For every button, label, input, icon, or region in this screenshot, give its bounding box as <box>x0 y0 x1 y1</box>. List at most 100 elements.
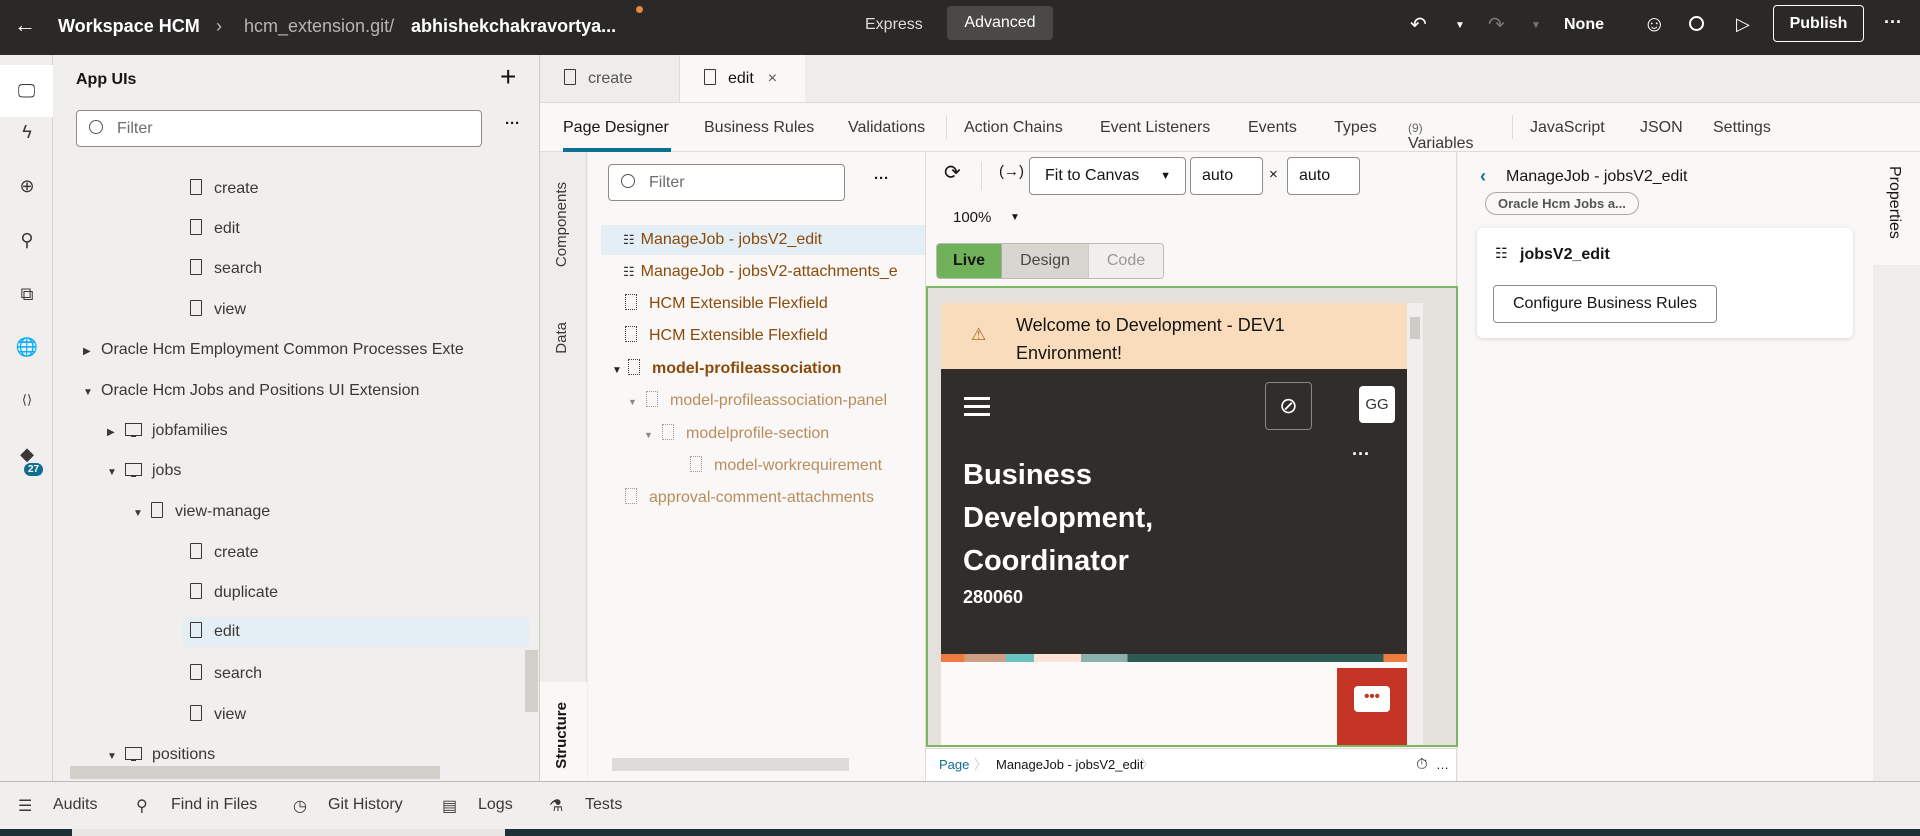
source-icon[interactable]: ⟨⟩ <box>14 387 40 413</box>
tree-item[interactable]: ▼ jobs <box>107 456 181 486</box>
search-icon[interactable] <box>1689 16 1704 31</box>
horizontal-scrollbar[interactable] <box>612 758 849 771</box>
tab-properties[interactable]: Properties <box>1873 152 1920 265</box>
structure-item[interactable]: ▼ model-profileassociation-panel <box>628 386 887 416</box>
more-icon[interactable]: ··· <box>1884 12 1902 33</box>
tab-event-listeners[interactable]: Event Listeners <box>1100 119 1210 137</box>
services-icon[interactable]: ⊕ <box>14 173 40 199</box>
git-history-tab[interactable]: Git History <box>328 796 403 814</box>
logs-tab[interactable]: Logs <box>478 796 513 814</box>
redo-icon[interactable]: ↷ <box>1488 12 1505 37</box>
more-icon[interactable]: ··· <box>1352 444 1370 465</box>
structure-item[interactable]: ☷ ManageJob - jobsV2-attachments_e <box>623 257 898 287</box>
canvas-width-input[interactable]: auto <box>1190 157 1263 195</box>
tree-item[interactable]: create <box>190 174 258 204</box>
clock-icon[interactable]: ◷ <box>293 796 307 816</box>
back-arrow-icon[interactable]: ← <box>14 12 36 38</box>
tab-create[interactable]: create <box>540 55 680 102</box>
preview-scrollbar[interactable] <box>1407 303 1423 745</box>
puzzle-icon[interactable]: ⧉ <box>14 281 40 307</box>
horizontal-scrollbar[interactable] <box>70 766 440 779</box>
zoom-dropdown[interactable]: 100% <box>953 209 991 226</box>
no-user-icon[interactable]: ⊘ <box>1265 382 1312 430</box>
find-in-files-tab[interactable]: Find in Files <box>171 796 257 814</box>
mode-design[interactable]: Design <box>1001 244 1088 278</box>
tab-json[interactable]: JSON <box>1640 119 1683 137</box>
tree-item[interactable]: create <box>190 538 258 568</box>
tab-structure[interactable]: Structure <box>540 682 587 781</box>
plug-icon[interactable]: ⚲ <box>14 227 40 253</box>
search-icon[interactable]: ⚲ <box>136 796 148 816</box>
tab-validations[interactable]: Validations <box>848 119 925 137</box>
tab-components[interactable]: Components <box>553 182 570 267</box>
refresh-icon[interactable]: ⟳ <box>944 160 961 185</box>
tab-action-chains[interactable]: Action Chains <box>964 119 1063 137</box>
more-icon[interactable]: ··· <box>505 115 520 132</box>
breadcrumb-page[interactable]: Page <box>939 749 969 781</box>
repo-name[interactable]: hcm_extension.git/ <box>244 16 394 37</box>
run-icon[interactable]: ▷ <box>1736 14 1750 35</box>
smiley-icon[interactable]: ☺ <box>1643 11 1665 37</box>
mode-live[interactable]: Live <box>937 244 1001 278</box>
back-chevron-icon[interactable]: ‹ <box>1480 166 1486 187</box>
tab-data[interactable]: Data <box>553 322 570 354</box>
flask-icon[interactable]: ⚗ <box>549 796 563 816</box>
tree-item[interactable]: view <box>190 295 246 325</box>
filter-input[interactable]: Filter <box>76 110 482 147</box>
tree-item[interactable]: view <box>190 700 246 730</box>
branch-name[interactable]: abhishekchakravortya... <box>411 16 616 37</box>
tree-item[interactable]: ▼ view-manage <box>133 497 270 527</box>
more-icon[interactable]: ··· <box>874 170 889 187</box>
mode-express[interactable]: Express <box>865 16 923 34</box>
tab-types[interactable]: Types <box>1334 119 1377 137</box>
tab-page-designer[interactable]: Page Designer <box>563 119 669 137</box>
structure-filter-input[interactable]: Filter <box>608 164 845 201</box>
tab-events[interactable]: Events <box>1248 119 1297 137</box>
avatar[interactable]: GG <box>1359 386 1395 423</box>
tree-item[interactable]: edit <box>190 214 240 244</box>
tab-edit[interactable]: edit × <box>680 55 805 103</box>
none-label[interactable]: None <box>1564 16 1604 34</box>
tree-item-selected[interactable]: edit <box>183 617 529 647</box>
structure-item[interactable]: ▼ modelprofile-section <box>644 419 829 449</box>
structure-item-selected[interactable]: ☷ ManageJob - jobsV2_edit <box>601 225 925 255</box>
more-icon[interactable]: … <box>1436 749 1449 781</box>
fit-width-icon[interactable]: (→) <box>999 163 1024 180</box>
tree-item[interactable]: search <box>190 254 262 284</box>
tree-item[interactable]: ▼ Oracle Hcm Jobs and Positions UI Extens… <box>83 376 419 406</box>
hamburger-icon[interactable] <box>964 397 990 400</box>
tree-item[interactable]: duplicate <box>190 578 278 608</box>
logs-icon[interactable]: ▤ <box>442 796 457 816</box>
workspace-name[interactable]: Workspace HCM <box>58 16 200 37</box>
redo-caret-icon[interactable]: ▼ <box>1531 20 1541 31</box>
chat-button[interactable]: ••• <box>1337 668 1407 745</box>
undo-caret-icon[interactable]: ▼ <box>1455 20 1465 31</box>
tree-item[interactable]: search <box>190 659 262 689</box>
app-pill[interactable]: Oracle Hcm Jobs a... <box>1485 192 1639 215</box>
structure-item[interactable]: HCM Extensible Flexfield <box>625 289 828 319</box>
tests-tab[interactable]: Tests <box>585 796 622 814</box>
tree-item[interactable]: ▶ jobfamilies <box>107 416 228 446</box>
tab-business-rules[interactable]: Business Rules <box>704 119 814 137</box>
globe-icon[interactable]: 🌐 <box>14 334 40 360</box>
publish-button[interactable]: Publish <box>1773 5 1864 42</box>
structure-item[interactable]: HCM Extensible Flexfield <box>625 321 828 351</box>
undo-icon[interactable]: ↶ <box>1410 12 1427 37</box>
tab-variables[interactable]: Variables (9) <box>1408 119 1474 152</box>
tab-javascript[interactable]: JavaScript <box>1530 119 1605 137</box>
structure-item[interactable]: approval-comment-attachments <box>625 483 874 513</box>
structure-item[interactable]: ▼ model-profileassociation <box>612 354 841 384</box>
audits-tab[interactable]: Audits <box>53 796 97 814</box>
stopwatch-icon[interactable]: ⏱ <box>1416 749 1428 781</box>
fit-to-canvas-dropdown[interactable]: Fit to Canvas ▼ <box>1029 157 1186 195</box>
audits-icon[interactable]: ☰ <box>18 796 32 816</box>
canvas-height-input[interactable]: auto <box>1287 157 1360 195</box>
close-icon[interactable]: × <box>768 70 777 87</box>
breadcrumb-current[interactable]: ManageJob - jobsV2_edit <box>996 749 1143 781</box>
add-icon[interactable]: + <box>500 61 516 93</box>
mode-advanced[interactable]: Advanced <box>947 6 1053 40</box>
app-uis-icon[interactable]: 🖵 <box>0 65 53 117</box>
tab-settings[interactable]: Settings <box>1713 119 1771 137</box>
configure-business-rules-button[interactable]: Configure Business Rules <box>1493 285 1717 323</box>
vertical-scrollbar[interactable] <box>525 650 538 712</box>
